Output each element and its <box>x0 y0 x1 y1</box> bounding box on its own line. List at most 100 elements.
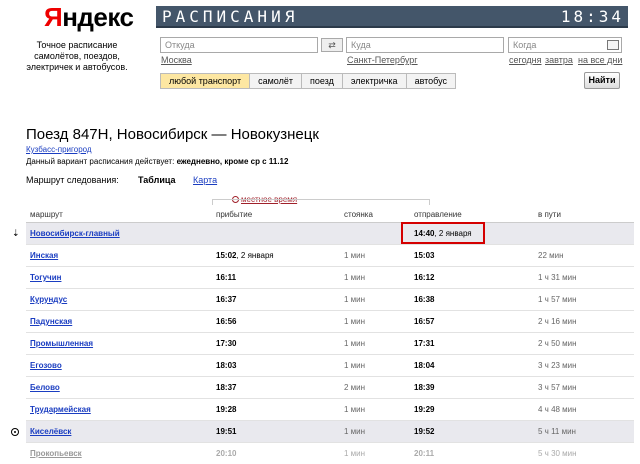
station-link[interactable]: Трудармейская <box>30 405 91 414</box>
when-input[interactable] <box>508 37 622 53</box>
when-hint-tomorrow[interactable]: завтра <box>545 55 573 65</box>
tab-suburban[interactable]: электричка <box>343 74 407 88</box>
travel-duration: 1 ч 57 мин <box>538 295 577 304</box>
col-duration: в пути <box>538 210 561 219</box>
arrival-hhmm: 19:51 <box>216 427 237 436</box>
stop-duration: 1 мин <box>344 273 366 282</box>
find-button[interactable]: Найти <box>584 72 620 89</box>
departure-highlight-box <box>401 222 485 244</box>
arrival-hhmm: 19:28 <box>216 405 237 414</box>
region-link[interactable]: Кузбасс-пригород <box>26 145 92 154</box>
banner-title: РАСПИСАНИЯ <box>162 7 299 26</box>
travel-duration: 2 ч 16 мин <box>538 317 577 326</box>
station-link[interactable]: Егозово <box>30 361 62 370</box>
table-row: Тогучин 16:11 1 мин 16:12 1 ч 31 мин <box>26 267 634 289</box>
table-row: Курундус 16:37 1 мин 16:38 1 ч 57 мин <box>26 289 634 311</box>
logo-rest: ндекс <box>62 2 134 32</box>
when-hint-today[interactable]: сегодня <box>509 55 542 65</box>
current-position-icon <box>11 428 19 436</box>
station-link[interactable]: Прокопьевск <box>30 449 82 458</box>
arrival-hhmm: 18:37 <box>216 383 237 392</box>
travel-duration: 3 ч 23 мин <box>538 361 577 370</box>
stop-duration: 1 мин <box>344 339 366 348</box>
tab-plane[interactable]: самолёт <box>250 74 302 88</box>
when-hint-all-days[interactable]: на все дни <box>578 55 622 65</box>
travel-duration: 3 ч 57 мин <box>538 383 577 392</box>
departure-hhmm: 19:52 <box>414 427 435 436</box>
arrival-time: 16:56 <box>216 317 236 326</box>
departure-time: 18:04 <box>414 361 434 370</box>
stop-duration: 1 мин <box>344 295 366 304</box>
travel-duration: 1 ч 31 мин <box>538 273 577 282</box>
table-row: Инская 15:02, 2 января 1 мин 15:03 22 мин <box>26 245 634 267</box>
transport-tabs: любой транспорт самолёт поезд электричка… <box>160 73 457 89</box>
arrival-time: 20:10 <box>216 449 236 458</box>
departure-hhmm: 18:04 <box>414 361 435 370</box>
stop-duration: 1 мин <box>344 361 366 370</box>
arrival-hhmm: 15:02 <box>216 251 237 260</box>
departure-hhmm: 15:03 <box>414 251 435 260</box>
tab-bus[interactable]: автобус <box>407 74 455 88</box>
arrival-time: 19:28 <box>216 405 236 414</box>
col-route: маршрут <box>30 210 63 219</box>
local-time-bracket <box>212 199 430 205</box>
station-link[interactable]: Падунская <box>30 317 72 326</box>
departure-time: 16:12 <box>414 273 434 282</box>
departure-time: 19:29 <box>414 405 434 414</box>
departure-time: 15:03 <box>414 251 434 260</box>
clock: 18:34 <box>560 7 624 26</box>
table-row: Трудармейская 19:28 1 мин 19:29 4 ч 48 мин <box>26 399 634 421</box>
to-hint-link[interactable]: Санкт-Петербург <box>347 55 418 65</box>
departure-time: 17:31 <box>414 339 434 348</box>
tab-train[interactable]: поезд <box>302 74 343 88</box>
arrival-time: 18:03 <box>216 361 236 370</box>
travel-duration: 4 ч 48 мин <box>538 405 577 414</box>
arrival-time: 18:37 <box>216 383 236 392</box>
stop-duration: 1 мин <box>344 405 366 414</box>
arrival-date: , 2 января <box>236 251 274 260</box>
station-link[interactable]: Курундус <box>30 295 67 304</box>
col-stop: стоянка <box>344 210 373 219</box>
tab-any-transport[interactable]: любой транспорт <box>161 74 251 88</box>
station-link[interactable]: Промышленная <box>30 339 93 348</box>
col-departure: отправление <box>414 210 462 219</box>
table-row: Егозово 18:03 1 мин 18:04 3 ч 23 мин <box>26 355 634 377</box>
swap-button[interactable]: ⇄ <box>321 38 343 52</box>
arrival-time: 19:51 <box>216 427 236 436</box>
stop-duration: 2 мин <box>344 383 366 392</box>
logo-first-letter: Я <box>44 2 63 32</box>
calendar-icon[interactable] <box>607 40 619 50</box>
validity-value: ежедневно, кроме ср с 11.12 <box>176 157 289 166</box>
departure-hhmm: 17:31 <box>414 339 435 348</box>
page-title: Поезд 847Н, Новосибирск — Новокузнецк <box>26 126 319 143</box>
departure-time: 16:38 <box>414 295 434 304</box>
arrival-hhmm: 16:37 <box>216 295 237 304</box>
validity-prefix: Данный вариант расписания действует: <box>26 157 175 166</box>
yandex-logo[interactable]: Яндекс <box>44 2 134 33</box>
departure-arrow-icon: ⇣ <box>12 228 20 238</box>
table-row: Киселёвск 19:51 1 мин 19:52 5 ч 11 мин <box>26 421 634 443</box>
to-input[interactable] <box>346 37 504 53</box>
travel-duration: 22 мин <box>538 251 564 260</box>
departure-time: 16:57 <box>414 317 434 326</box>
view-table-tab[interactable]: Таблица <box>138 175 176 185</box>
arrival-hhmm: 18:03 <box>216 361 237 370</box>
arrival-time: 15:02, 2 января <box>216 251 274 260</box>
table-row: Новосибирск-главный 14:40, 2 января <box>26 222 634 245</box>
arrival-hhmm: 17:30 <box>216 339 237 348</box>
from-hint-link[interactable]: Москва <box>161 55 192 65</box>
station-link[interactable]: Инская <box>30 251 58 260</box>
from-input[interactable] <box>160 37 318 53</box>
arrival-hhmm: 16:11 <box>216 273 237 282</box>
table-row: Прокопьевск 20:10 1 мин 20:11 5 ч 30 мин <box>26 443 634 464</box>
stop-duration: 1 мин <box>344 449 366 458</box>
view-map-link[interactable]: Карта <box>193 175 217 185</box>
stop-duration: 1 мин <box>344 317 366 326</box>
stop-duration: 1 мин <box>344 251 366 260</box>
station-link[interactable]: Новосибирск-главный <box>30 229 120 238</box>
travel-duration: 2 ч 50 мин <box>538 339 577 348</box>
station-link[interactable]: Киселёвск <box>30 427 71 436</box>
station-link[interactable]: Белово <box>30 383 60 392</box>
service-banner: РАСПИСАНИЯ 18:34 <box>156 6 628 28</box>
station-link[interactable]: Тогучин <box>30 273 61 282</box>
